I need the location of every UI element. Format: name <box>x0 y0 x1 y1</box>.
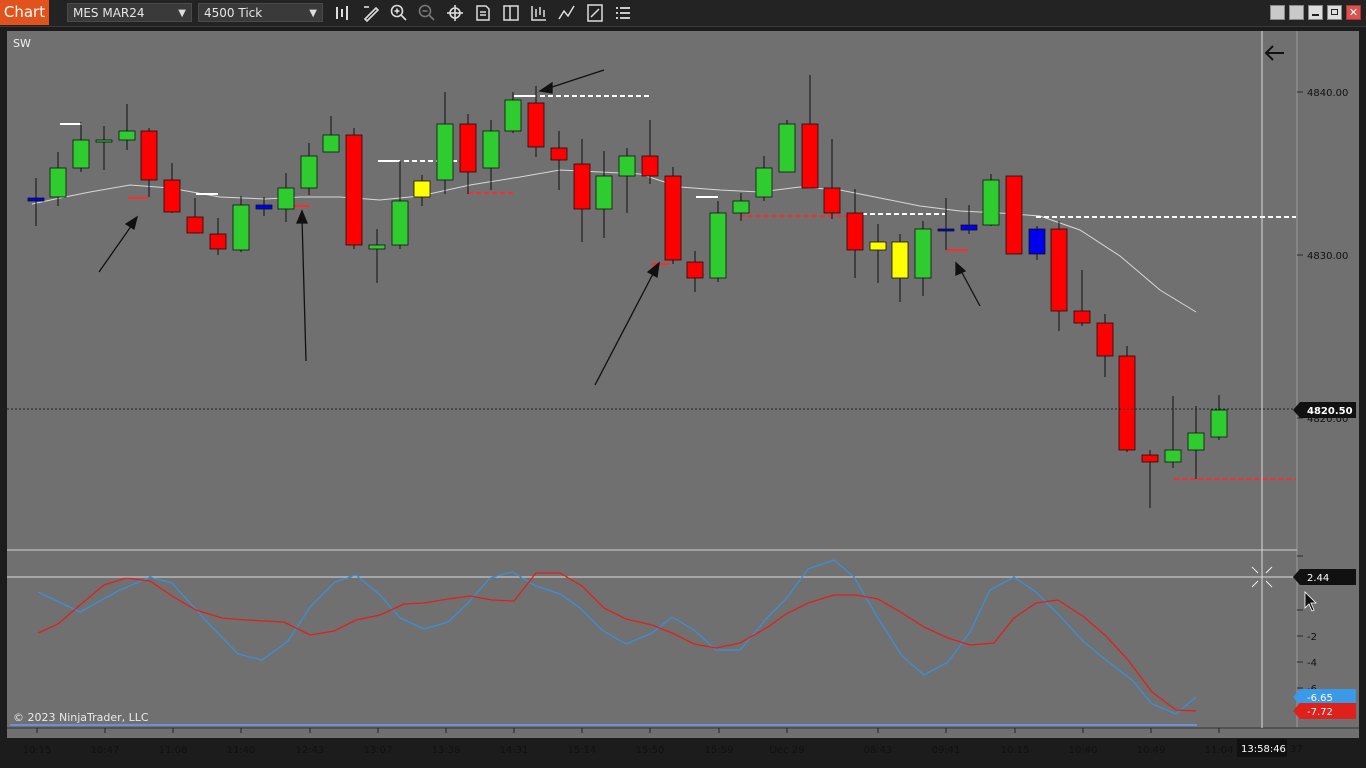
candle-body <box>755 167 773 198</box>
last-price-value: 4820.50 <box>1307 406 1353 417</box>
candle-body <box>914 228 932 279</box>
candle-body <box>869 241 887 251</box>
candle-body <box>1187 432 1205 451</box>
candle-body <box>1005 175 1023 255</box>
time-label: 14:31 <box>500 745 529 756</box>
candle-body <box>686 261 704 279</box>
candle-body <box>49 167 67 198</box>
time-label: 10:47 <box>91 745 120 756</box>
osc-red-value: -7.72 <box>1307 707 1333 718</box>
candle-body <box>960 224 978 231</box>
time-label: Dec 29 <box>769 745 804 756</box>
candle-body <box>823 187 841 214</box>
candle-body <box>891 241 909 279</box>
candle-body <box>982 179 1000 226</box>
osc-label-0: -2 <box>1307 632 1317 643</box>
osc-blue-value: -6.65 <box>1307 693 1333 704</box>
time-label: 15:50 <box>636 745 665 756</box>
time-label: 09:41 <box>932 745 961 756</box>
candle-body <box>391 200 409 246</box>
candle-body <box>1096 322 1114 357</box>
time-label: 11:08 <box>159 745 188 756</box>
candlestick <box>778 120 796 173</box>
candlestick <box>345 128 363 249</box>
candle-body <box>232 204 250 251</box>
candle-body <box>163 179 181 213</box>
candle-body <box>504 99 522 132</box>
time-label: 13:38 <box>432 745 461 756</box>
time-label: 15:59 <box>705 745 734 756</box>
time-label: 10:15 <box>1001 745 1030 756</box>
price-label-0: 4840.00 <box>1307 88 1348 99</box>
candle-body <box>801 123 819 189</box>
candle-body <box>1141 454 1159 463</box>
candlestick <box>982 174 1000 226</box>
candle-body <box>72 139 90 169</box>
candle-body <box>95 139 113 143</box>
time-label: 15:14 <box>568 745 597 756</box>
candle-body <box>846 212 864 251</box>
candle-body <box>1073 310 1091 324</box>
candle-body <box>436 123 454 181</box>
time-label: 11:04 <box>1205 745 1234 756</box>
candle-body <box>573 163 591 210</box>
candle-body <box>186 216 204 234</box>
candle-body <box>550 147 568 161</box>
crosshair-time-value: 13:58:46 <box>1241 744 1286 755</box>
candle-body <box>618 155 636 177</box>
chart-canvas[interactable]: SW © 2023 NinjaTrader, LLC 4840.00 4830.… <box>0 0 1366 768</box>
candle-body <box>322 134 340 153</box>
candle-body <box>459 123 477 173</box>
copyright-text: © 2023 NinjaTrader, LLC <box>13 711 149 724</box>
candle-body <box>641 155 659 177</box>
candlestick <box>1118 346 1136 452</box>
candlestick <box>664 167 682 264</box>
price-label-1: 4830.00 <box>1307 251 1348 262</box>
candle-body <box>368 244 386 250</box>
time-axis-tail: 37 <box>1290 744 1303 755</box>
candle-body <box>345 134 363 246</box>
osc-label-1: -4 <box>1307 658 1317 669</box>
candle-body <box>1050 228 1068 312</box>
candle-body <box>255 204 273 210</box>
candle-body <box>1164 449 1182 463</box>
candle-body <box>209 233 227 250</box>
time-axis-panel <box>7 729 1359 738</box>
candle-body <box>27 197 45 202</box>
indicator-label: SW <box>13 37 31 50</box>
time-label: 10:49 <box>1137 745 1166 756</box>
time-label: 11:40 <box>227 745 256 756</box>
candle-body <box>140 130 158 181</box>
candle-body <box>300 155 318 189</box>
candle-body <box>778 123 796 173</box>
time-label: 08:43 <box>864 745 893 756</box>
candle-body <box>482 130 500 169</box>
candle-body <box>937 228 955 232</box>
candlestick <box>1005 175 1023 255</box>
candle-body <box>664 175 682 261</box>
time-label: 12:43 <box>296 745 325 756</box>
candle-body <box>277 187 295 210</box>
candle-body <box>732 200 750 214</box>
time-label: 10:15 <box>23 745 52 756</box>
candle-body <box>413 180 431 198</box>
candle-body <box>595 175 613 210</box>
candle-body <box>118 130 136 141</box>
candle-body <box>709 212 727 279</box>
chart-panel <box>7 31 1359 738</box>
candle-body <box>1028 228 1046 255</box>
candle-body <box>1210 409 1228 438</box>
time-label: 13:07 <box>364 745 393 756</box>
candle-body <box>1118 355 1136 451</box>
osc-crosshair-value: 2.44 <box>1307 573 1329 584</box>
time-label: 10:40 <box>1069 745 1098 756</box>
candlestick <box>709 201 727 282</box>
candle-body <box>527 102 545 148</box>
